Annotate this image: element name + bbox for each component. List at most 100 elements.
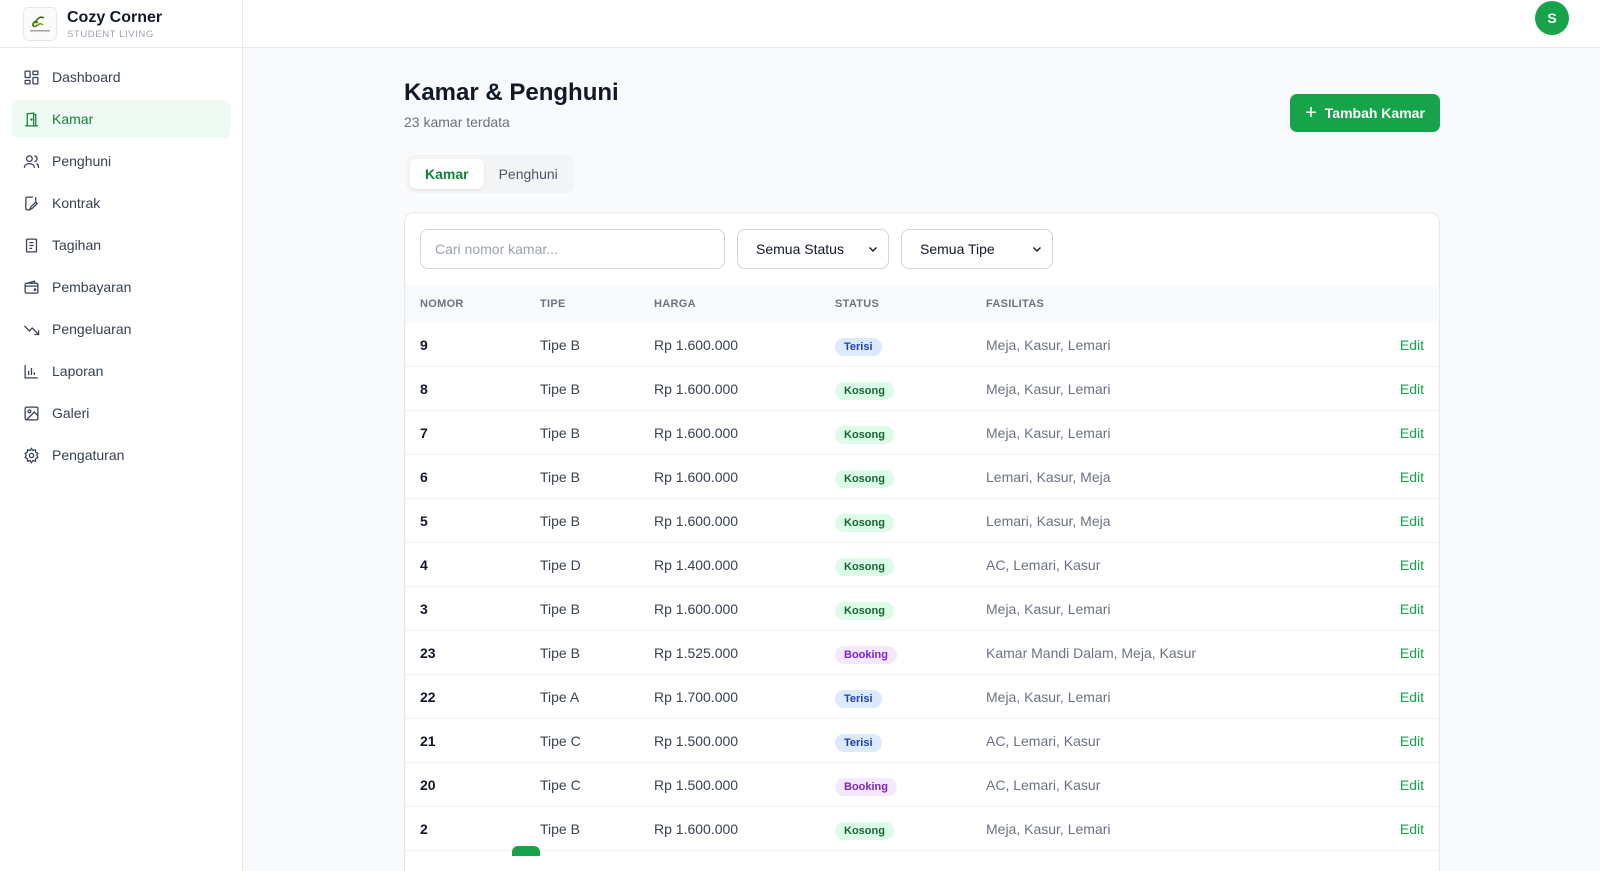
room-facilities: AC, Lemari, Kasur <box>986 776 1101 793</box>
sidebar-item-kamar[interactable]: Kamar <box>12 100 230 138</box>
sidebar-item-label: Kontrak <box>52 195 101 211</box>
room-number: 23 <box>420 644 436 661</box>
room-type: Tipe B <box>540 380 580 397</box>
bar-chart-icon <box>24 364 38 379</box>
room-facilities: Meja, Kasur, Lemari <box>986 600 1111 617</box>
room-type: Tipe B <box>540 468 580 485</box>
table-row[interactable]: 21 Tipe C Rp 1.500.000 Terisi AC, Lemari… <box>405 719 1439 763</box>
chevron-down-icon <box>869 247 877 252</box>
header-nomor: NOMOR <box>420 298 464 310</box>
header-harga: HARGA <box>654 298 696 310</box>
receipt-icon <box>25 237 38 253</box>
room-type: Tipe B <box>540 600 580 617</box>
room-facilities: AC, Lemari, Kasur <box>986 732 1101 749</box>
edit-link[interactable]: Edit <box>1400 513 1424 529</box>
search-input[interactable] <box>420 229 725 269</box>
table-row[interactable]: 4 Tipe D Rp 1.400.000 Kosong AC, Lemari,… <box>405 543 1439 587</box>
edit-link[interactable]: Edit <box>1400 557 1424 573</box>
edit-link[interactable]: Edit <box>1400 777 1424 793</box>
brand[interactable]: 𝒄 Cozy Corner STUDENT LIVING <box>0 0 242 48</box>
add-room-label: Tambah Kamar <box>1324 105 1425 121</box>
status-filter-value: Semua Status <box>756 241 844 257</box>
room-number: 7 <box>420 424 428 441</box>
chevron-down-icon <box>1033 247 1041 252</box>
status-badge: Terisi <box>835 689 882 708</box>
plus-icon: + <box>1305 102 1317 124</box>
table-row[interactable]: 9 Tipe B Rp 1.600.000 Terisi Meja, Kasur… <box>405 323 1439 367</box>
sidebar-item-penghuni[interactable]: Penghuni <box>12 142 230 180</box>
sidebar-item-pembayaran[interactable]: Pembayaran <box>12 268 230 306</box>
pagination-current-page[interactable] <box>512 846 540 856</box>
sidebar-item-pengaturan[interactable]: Pengaturan <box>12 436 230 474</box>
room-price: Rp 1.500.000 <box>654 776 739 793</box>
edit-link[interactable]: Edit <box>1400 601 1424 617</box>
status-badge: Kosong <box>835 601 894 620</box>
table-row[interactable]: 20 Tipe C Rp 1.500.000 Booking AC, Lemar… <box>405 763 1439 807</box>
users-icon <box>23 154 40 168</box>
edit-link[interactable]: Edit <box>1400 381 1424 397</box>
room-price: Rp 1.600.000 <box>654 820 739 837</box>
image-icon <box>24 405 39 421</box>
room-number: 3 <box>420 600 428 617</box>
room-number: 22 <box>420 688 436 705</box>
room-facilities: Meja, Kasur, Lemari <box>986 688 1111 705</box>
add-room-button[interactable]: + Tambah Kamar <box>1290 94 1440 132</box>
sidebar-item-kontrak[interactable]: Kontrak <box>12 184 230 222</box>
sidebar-item-label: Penghuni <box>52 153 112 169</box>
table-row[interactable]: 5 Tipe B Rp 1.600.000 Kosong Lemari, Kas… <box>405 499 1439 543</box>
sidebar-item-galeri[interactable]: Galeri <box>12 394 230 432</box>
type-filter-select[interactable]: Semua Tipe <box>901 229 1053 269</box>
table-row[interactable]: 2 Tipe B Rp 1.600.000 Kosong Meja, Kasur… <box>405 807 1439 851</box>
room-price: Rp 1.600.000 <box>654 336 739 353</box>
top-bar: S <box>243 0 1600 48</box>
tab-bar: Kamar Penghuni <box>406 155 574 193</box>
edit-link[interactable]: Edit <box>1400 425 1424 441</box>
sidebar-item-dashboard[interactable]: Dashboard <box>12 58 230 96</box>
room-type: Tipe B <box>540 820 580 837</box>
room-facilities: Meja, Kasur, Lemari <box>986 424 1111 441</box>
status-filter-select[interactable]: Semua Status <box>737 229 889 269</box>
room-price: Rp 1.600.000 <box>654 468 739 485</box>
room-price: Rp 1.525.000 <box>654 644 739 661</box>
edit-link[interactable]: Edit <box>1400 469 1424 485</box>
edit-link[interactable]: Edit <box>1400 821 1424 837</box>
tab-kamar[interactable]: Kamar <box>410 159 484 189</box>
room-number: 21 <box>420 732 436 749</box>
sidebar-item-laporan[interactable]: Laporan <box>12 352 230 390</box>
room-number: 20 <box>420 776 436 793</box>
sidebar-item-label: Galeri <box>52 405 90 421</box>
table-row[interactable]: 23 Tipe B Rp 1.525.000 Booking Kamar Man… <box>405 631 1439 675</box>
sidebar-item-pengeluaran[interactable]: Pengeluaran <box>12 310 230 348</box>
table-row[interactable]: 6 Tipe B Rp 1.600.000 Kosong Lemari, Kas… <box>405 455 1439 499</box>
edit-link[interactable]: Edit <box>1400 645 1424 661</box>
room-facilities: Lemari, Kasur, Meja <box>986 468 1111 485</box>
room-type: Tipe D <box>540 556 581 573</box>
header-fasilitas: FASILITAS <box>986 298 1045 310</box>
table-row[interactable]: 22 Tipe A Rp 1.700.000 Terisi Meja, Kasu… <box>405 675 1439 719</box>
status-badge: Kosong <box>835 557 894 576</box>
header-tipe: TIPE <box>540 298 566 310</box>
room-type: Tipe B <box>540 424 580 441</box>
sidebar-nav: Dashboard Kamar Penghuni Kontrak Tagihan… <box>0 48 242 474</box>
table-row[interactable]: 3 Tipe B Rp 1.600.000 Kosong Meja, Kasur… <box>405 587 1439 631</box>
sidebar-item-label: Dashboard <box>52 69 121 85</box>
table-row[interactable]: 8 Tipe B Rp 1.600.000 Kosong Meja, Kasur… <box>405 367 1439 411</box>
room-type: Tipe B <box>540 336 580 353</box>
edit-link[interactable]: Edit <box>1400 337 1424 353</box>
room-number: 2 <box>420 820 428 837</box>
tab-penghuni[interactable]: Penghuni <box>484 159 573 189</box>
sidebar: 𝒄 Cozy Corner STUDENT LIVING Dashboard K… <box>0 0 243 871</box>
table-header: NOMOR TIPE HARGA STATUS FASILITAS <box>405 285 1439 323</box>
table-row[interactable]: 7 Tipe B Rp 1.600.000 Kosong Meja, Kasur… <box>405 411 1439 455</box>
sidebar-item-tagihan[interactable]: Tagihan <box>12 226 230 264</box>
room-type: Tipe B <box>540 644 580 661</box>
room-facilities: Meja, Kasur, Lemari <box>986 336 1111 353</box>
door-icon <box>25 111 38 127</box>
user-avatar[interactable]: S <box>1535 1 1569 35</box>
room-facilities: Kamar Mandi Dalam, Meja, Kasur <box>986 644 1197 661</box>
status-badge: Kosong <box>835 821 894 840</box>
room-facilities: Meja, Kasur, Lemari <box>986 820 1111 837</box>
sidebar-item-label: Laporan <box>52 363 104 379</box>
edit-link[interactable]: Edit <box>1400 733 1424 749</box>
edit-link[interactable]: Edit <box>1400 689 1424 705</box>
